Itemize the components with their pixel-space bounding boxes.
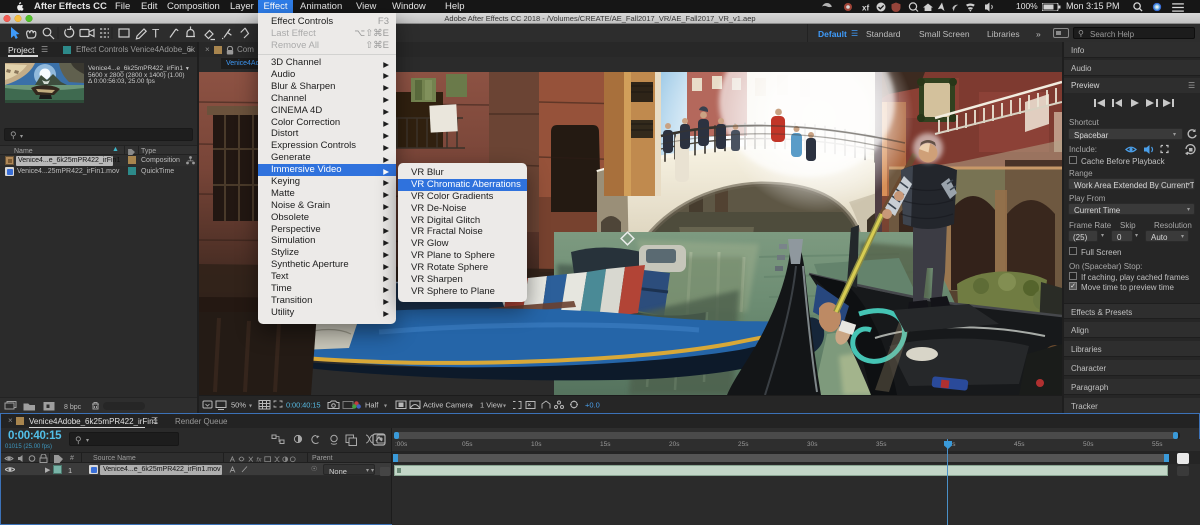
svg-text:T: T [152,27,160,41]
svg-text:xf: xf [862,3,869,12]
svg-text:Active Camera: Active Camera [423,401,473,410]
svg-text:▾: ▾ [384,404,387,410]
svg-text:8 bpc: 8 bpc [64,404,82,411]
svg-text:0:00:40:15: 0:00:40:15 [286,401,320,410]
svg-text:fx: fx [256,456,262,462]
svg-text:▾: ▾ [249,404,252,410]
svg-text:Half: Half [365,401,379,410]
svg-text:▾: ▾ [503,404,506,410]
svg-text:▾: ▾ [470,404,473,410]
svg-text:1 View: 1 View [480,401,503,410]
svg-text:50%: 50% [231,401,246,410]
svg-text:+0.0: +0.0 [585,401,600,410]
